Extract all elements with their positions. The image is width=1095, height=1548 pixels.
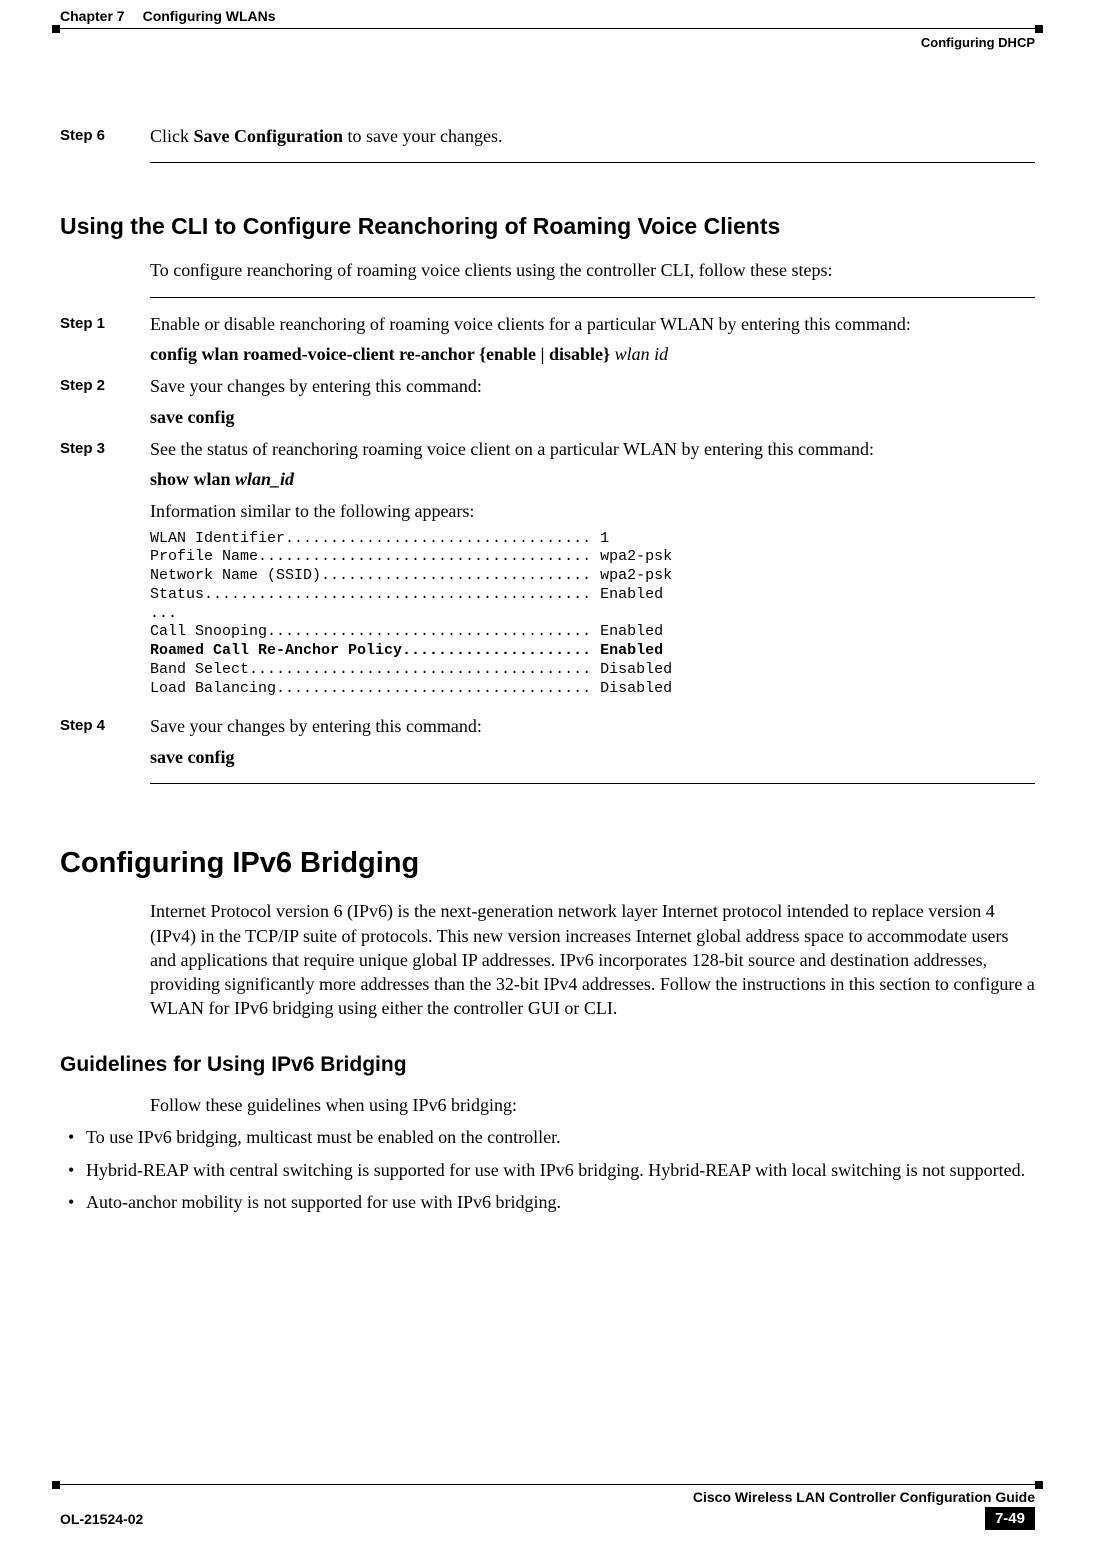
step-4: Step 4 Save your changes by entering thi… <box>60 714 1035 769</box>
header-rule <box>60 28 1035 29</box>
step3-cmd: show wlan <box>150 469 235 489</box>
separator-rule <box>150 783 1035 784</box>
step-2: Step 2 Save your changes by entering thi… <box>60 374 1035 429</box>
ipv6-bullet-list: To use IPv6 bridging, multicast must be … <box>60 1125 1035 1214</box>
ipv6-guidelines-title: Guidelines for Using IPv6 Bridging <box>60 1051 1035 1079</box>
step-1: Step 1 Enable or disable reanchoring of … <box>60 312 1035 367</box>
footer-guide-title: Cisco Wireless LAN Controller Configurat… <box>60 1489 1035 1505</box>
ipv6-title: Configuring IPv6 Bridging <box>60 844 1035 883</box>
list-item: To use IPv6 bridging, multicast must be … <box>60 1125 1035 1149</box>
step-label: Step 4 <box>60 714 150 769</box>
cli-section-title: Using the CLI to Configure Reanchoring o… <box>60 211 1035 242</box>
separator-rule <box>150 162 1035 163</box>
step3-info-leadin: Information similar to the following app… <box>150 499 1035 523</box>
step-3: Step 3 See the status of reanchoring roa… <box>60 437 1035 707</box>
list-item: Auto-anchor mobility is not supported fo… <box>60 1190 1035 1214</box>
ipv6-para: Internet Protocol version 6 (IPv6) is th… <box>150 899 1035 1020</box>
ipv6-guidelines-intro: Follow these guidelines when using IPv6 … <box>150 1093 1035 1117</box>
page-footer: Cisco Wireless LAN Controller Configurat… <box>60 1484 1035 1530</box>
step1-cmd-arg: wlan id <box>615 344 669 364</box>
list-item: Hybrid-REAP with central switching is su… <box>60 1158 1035 1182</box>
cli-output: WLAN Identifier.........................… <box>150 530 1035 699</box>
step-label: Step 1 <box>60 312 150 367</box>
step-label: Step 2 <box>60 374 150 429</box>
separator-rule <box>150 297 1035 298</box>
chapter-title: Configuring WLANs <box>143 8 276 24</box>
step-6: Step 6 Click Save Configuration to save … <box>60 124 1035 148</box>
step6-pre: Click <box>150 126 194 146</box>
chapter-label: Chapter 7 <box>60 8 125 24</box>
step3-text: See the status of reanchoring roaming vo… <box>150 437 1035 461</box>
step4-text: Save your changes by entering this comma… <box>150 714 1035 738</box>
step-label: Step 3 <box>60 437 150 707</box>
footer-page-num: 7-49 <box>985 1507 1035 1530</box>
step-label: Step 6 <box>60 124 150 148</box>
step6-post: to save your changes. <box>343 126 502 146</box>
page-header: Chapter 7 Configuring WLANs <box>60 0 1035 24</box>
step2-text: Save your changes by entering this comma… <box>150 374 1035 398</box>
step1-cmd: config wlan roamed-voice-client re-ancho… <box>150 344 615 364</box>
step6-bold: Save Configuration <box>194 126 344 146</box>
footer-doc-id: OL-21524-02 <box>60 1511 143 1527</box>
step2-cmd: save config <box>150 407 235 427</box>
header-section-right: Configuring DHCP <box>921 35 1035 50</box>
step4-cmd: save config <box>150 747 235 767</box>
step1-text: Enable or disable reanchoring of roaming… <box>150 312 1035 336</box>
step3-cmd-arg: wlan_id <box>235 469 294 489</box>
cli-intro: To configure reanchoring of roaming voic… <box>150 258 1035 282</box>
